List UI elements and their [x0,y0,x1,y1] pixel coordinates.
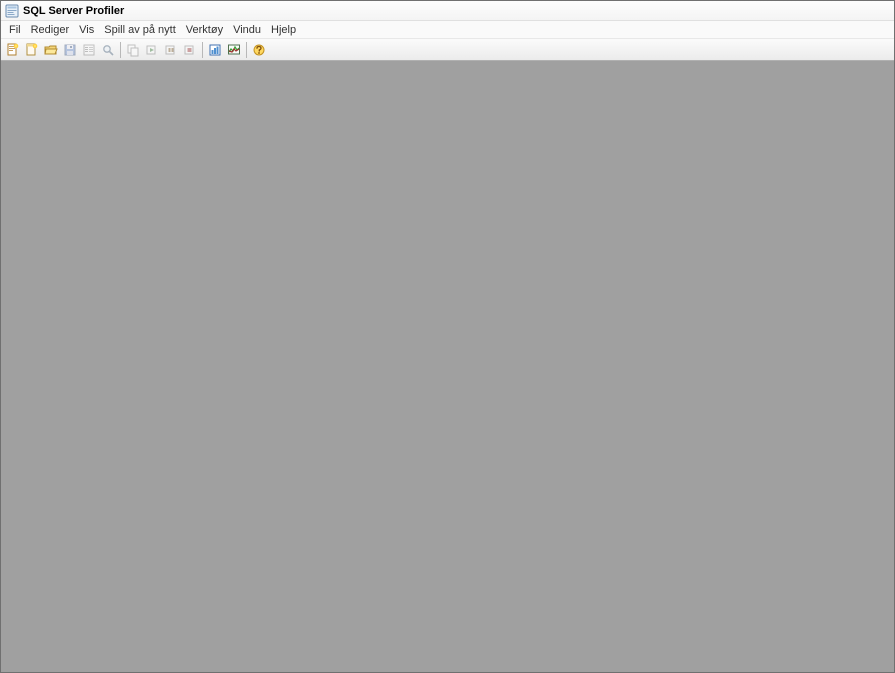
help-icon [252,43,266,57]
find-button[interactable] [99,41,117,59]
stop-trace-icon [183,43,197,57]
run-trace-icon [145,43,159,57]
new-trace-button[interactable] [4,41,22,59]
new-template-button[interactable] [23,41,41,59]
menu-window[interactable]: Vindu [229,23,265,37]
workspace-area [1,61,894,672]
app-window: SQL Server Profiler Fil Rediger Vis Spil… [0,0,895,673]
help-button[interactable] [250,41,268,59]
stop-trace-button[interactable] [181,41,199,59]
find-icon [101,43,115,57]
run-trace-button[interactable] [143,41,161,59]
app-icon [5,4,19,18]
open-file-icon [44,43,58,57]
toolbar-separator [202,42,203,58]
toolbar-separator [120,42,121,58]
performance-monitor-button[interactable] [225,41,243,59]
menu-help[interactable]: Hjelp [267,23,300,37]
toolbar-separator [246,42,247,58]
copy-icon [126,43,140,57]
menubar: Fil Rediger Vis Spill av på nytt Verktøy… [1,21,894,39]
pause-trace-icon [164,43,178,57]
pause-trace-button[interactable] [162,41,180,59]
menu-replay[interactable]: Spill av på nytt [100,23,180,37]
properties-button[interactable] [80,41,98,59]
open-file-button[interactable] [42,41,60,59]
properties-icon [82,43,96,57]
performance-monitor-icon [227,43,241,57]
window-title: SQL Server Profiler [23,5,124,17]
new-template-icon [25,43,39,57]
tuning-advisor-icon [208,43,222,57]
menu-tools[interactable]: Verktøy [182,23,227,37]
menu-edit[interactable]: Rediger [27,23,74,37]
toolbar [1,39,894,61]
save-icon [63,43,77,57]
titlebar: SQL Server Profiler [1,1,894,21]
tuning-advisor-button[interactable] [206,41,224,59]
save-button[interactable] [61,41,79,59]
menu-file[interactable]: Fil [5,23,25,37]
copy-button[interactable] [124,41,142,59]
menu-view[interactable]: Vis [75,23,98,37]
new-trace-icon [6,43,20,57]
